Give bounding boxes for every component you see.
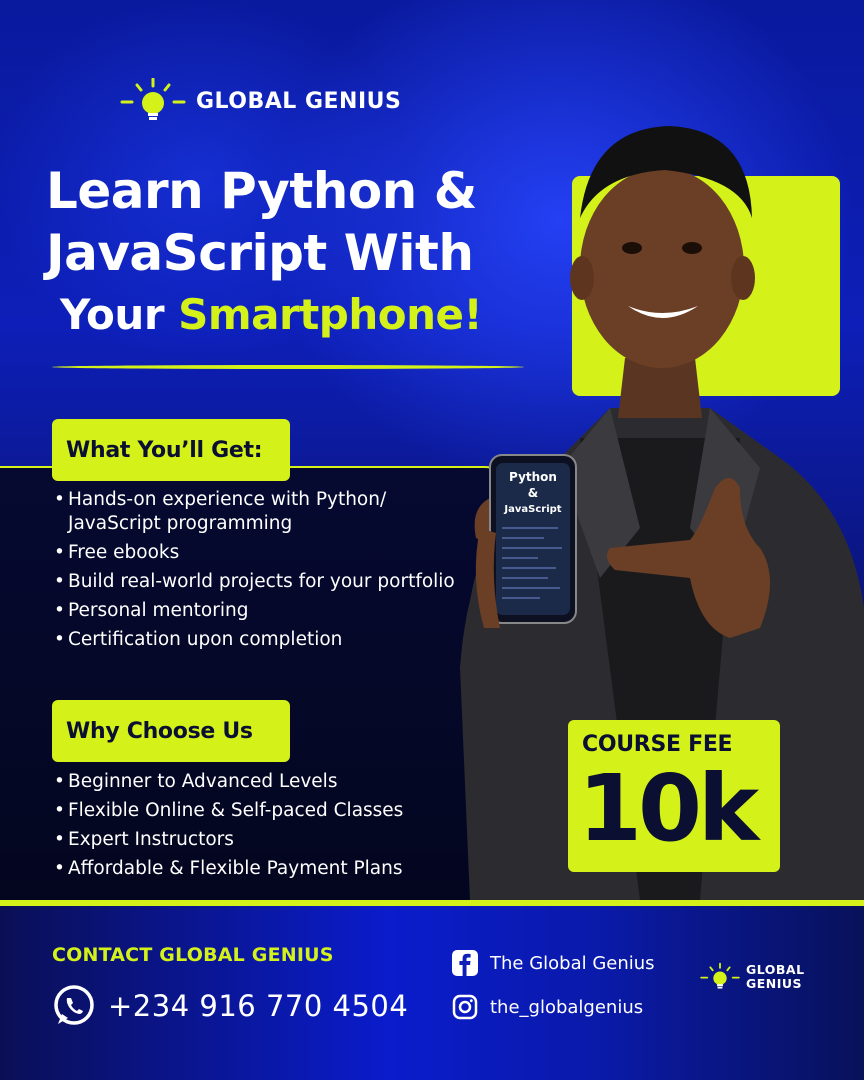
headline-accent: Smartphone!	[178, 290, 483, 339]
phone-contact[interactable]: +234 916 770 4504	[52, 984, 408, 1028]
footer-brand-name: GLOBAL GENIUS	[746, 963, 826, 991]
instagram-icon	[452, 994, 478, 1020]
facebook-link[interactable]: The Global Genius	[452, 950, 655, 976]
list-item: Expert Instructors	[54, 828, 494, 852]
list-item: Beginner to Advanced Levels	[54, 770, 494, 794]
lightbulb-icon	[120, 78, 186, 120]
list-item: Certification upon completion	[54, 628, 474, 652]
instagram-link[interactable]: the_globalgenius	[452, 994, 643, 1020]
footer-brand-logo: GLOBAL GENIUS	[700, 962, 826, 992]
phone-screen-line-2: &	[528, 486, 538, 500]
list-item: Hands-on experience with Python/ JavaScr…	[54, 488, 474, 536]
what-you-get-heading: What You’ll Get:	[52, 419, 290, 481]
list-item: Personal mentoring	[54, 599, 474, 623]
list-item: Build real-world projects for your portf…	[54, 570, 474, 594]
what-you-get-list: Hands-on experience with Python/ JavaScr…	[54, 488, 474, 657]
phone-screen-line-3: JavaScript	[503, 504, 561, 515]
contact-title: CONTACT GLOBAL GENIUS	[52, 944, 334, 966]
list-item: Affordable & Flexible Payment Plans	[54, 857, 494, 881]
why-choose-us-heading: Why Choose Us	[52, 700, 290, 762]
course-fee-value: 10k	[578, 755, 759, 862]
whatsapp-icon	[54, 985, 94, 1025]
footer-brand-line-2: GENIUS	[746, 976, 803, 991]
why-choose-us-list: Beginner to Advanced Levels Flexible Onl…	[54, 770, 494, 886]
phone-number: +234 916 770 4504	[108, 989, 409, 1023]
facebook-handle: The Global Genius	[490, 952, 655, 974]
course-fee-card: COURSE FEE 10k	[568, 720, 780, 872]
phone-screen-line-1: Python	[509, 470, 557, 484]
facebook-icon	[452, 950, 478, 976]
brand-name: GLOBAL GENIUS	[196, 88, 402, 114]
list-item: Free ebooks	[54, 541, 474, 565]
lightbulb-icon	[700, 962, 740, 989]
headline-line-3-prefix: Your	[60, 290, 179, 339]
footer-brand-line-1: GLOBAL	[746, 962, 805, 977]
brand-logo: GLOBAL GENIUS	[120, 78, 401, 124]
instagram-handle: the_globalgenius	[490, 996, 644, 1018]
list-item: Flexible Online & Self-paced Classes	[54, 799, 494, 823]
